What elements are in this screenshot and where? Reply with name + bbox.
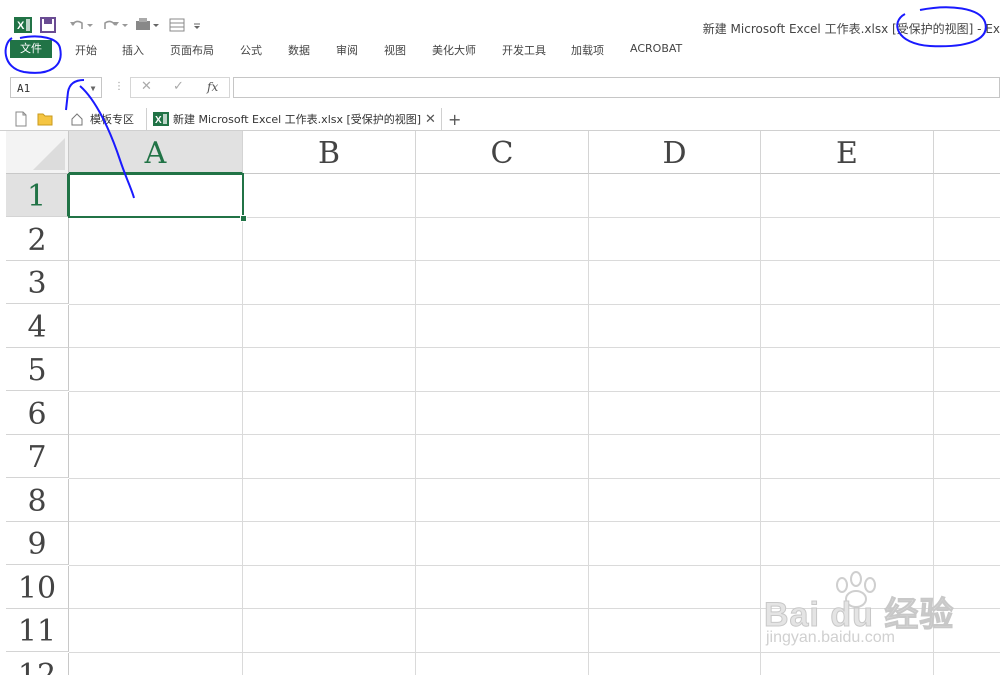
tab-beautify-master[interactable]: 美化大师 (432, 42, 476, 58)
column-header-c[interactable]: C (416, 131, 589, 174)
grid-line (69, 434, 1000, 435)
row-header-11[interactable]: 11 (6, 609, 69, 652)
close-icon[interactable]: ✕ (425, 110, 436, 128)
undo-icon[interactable] (68, 16, 94, 34)
tab-page-layout[interactable]: 页面布局 (170, 42, 214, 58)
svg-text:X: X (155, 115, 162, 126)
row-header-6[interactable]: 6 (6, 392, 69, 435)
excel-logo-icon: X (14, 16, 32, 34)
tab-add-ins[interactable]: 加载项 (571, 42, 604, 58)
template-tab-label: 模板专区 (90, 113, 134, 126)
quick-access-toolbar: X 新建 Microsoft Excel 工作表.xlsx [受保护的视图] -… (0, 14, 1000, 36)
document-tab-strip: 模板专区 X 新建 Microsoft Excel 工作表.xlsx [受保护的… (0, 108, 1000, 131)
document-tab-label: 新建 Microsoft Excel 工作表.xlsx [受保护的视图] (173, 113, 422, 126)
ribbon-tabs: 文件 开始 插入 页面布局 公式 数据 审阅 视图 美化大师 开发工具 加载项 … (0, 38, 1000, 60)
tab-formulas[interactable]: 公式 (240, 42, 262, 58)
tab-acrobat[interactable]: ACROBAT (630, 42, 682, 55)
row-header-1[interactable]: 1 (6, 174, 69, 217)
fill-handle[interactable] (240, 215, 247, 222)
name-box[interactable]: A1 ▼ (10, 77, 102, 98)
chevron-down-icon[interactable]: ▼ (85, 78, 101, 97)
grid-line (415, 174, 416, 675)
folder-icon[interactable] (37, 110, 53, 128)
grid-line (69, 391, 1000, 392)
row-header-5[interactable]: 5 (6, 348, 69, 391)
grid-line (69, 260, 1000, 261)
home-icon (71, 113, 83, 126)
window-title: 新建 Microsoft Excel 工作表.xlsx [受保护的视图] - E… (702, 22, 1000, 36)
watermark-url: jingyan.baidu.com (766, 629, 895, 646)
template-tab[interactable]: 模板专区 (70, 110, 134, 128)
grid-line (588, 174, 589, 675)
baidu-watermark: Bai du 经验 jingyan.baidu.com (760, 565, 980, 655)
file-tab[interactable]: 文件 (10, 40, 52, 58)
active-cell-a1[interactable] (68, 173, 244, 218)
excel-file-icon: X (153, 110, 169, 128)
enter-icon[interactable]: ✓ (173, 79, 184, 94)
tab-insert[interactable]: 插入 (122, 42, 144, 58)
tab-developer[interactable]: 开发工具 (502, 42, 546, 58)
row-header-2[interactable]: 2 (6, 218, 69, 261)
column-header-a[interactable]: A (69, 131, 243, 174)
row-header-9[interactable]: 9 (6, 522, 69, 565)
customize-icon[interactable] (168, 16, 202, 34)
formula-buttons: ✕ ✓ fx (130, 77, 230, 98)
row-header-10[interactable]: 10 (6, 566, 69, 609)
tab-data[interactable]: 数据 (288, 42, 310, 58)
tab-home[interactable]: 开始 (75, 42, 97, 58)
column-header-e[interactable]: E (761, 131, 934, 174)
formula-input[interactable] (233, 77, 1000, 98)
print-preview-icon[interactable] (134, 16, 160, 34)
tab-review[interactable]: 审阅 (336, 42, 358, 58)
row-header-3[interactable]: 3 (6, 261, 69, 304)
grid-line (69, 478, 1000, 479)
grid-line (69, 304, 1000, 305)
cancel-icon[interactable]: ✕ (141, 79, 152, 94)
column-header-d[interactable]: D (589, 131, 761, 174)
grid-line (69, 347, 1000, 348)
save-icon[interactable] (40, 16, 56, 34)
row-header-7[interactable]: 7 (6, 435, 69, 478)
column-header-f[interactable] (934, 131, 1000, 174)
grid-line (242, 174, 243, 675)
name-box-value: A1 (17, 82, 31, 95)
document-tab[interactable]: X 新建 Microsoft Excel 工作表.xlsx [受保护的视图] ✕ (146, 108, 442, 130)
svg-text:X: X (17, 20, 25, 32)
row-header-12[interactable]: 12 (6, 653, 69, 675)
add-tab-icon[interactable]: + (448, 110, 461, 129)
tab-view[interactable]: 视图 (384, 42, 406, 58)
select-all-corner[interactable] (6, 131, 69, 174)
new-file-icon[interactable] (14, 110, 28, 128)
column-header-b[interactable]: B (243, 131, 416, 174)
formula-bar-grip-icon[interactable]: ⋮ (114, 81, 124, 92)
formula-bar: A1 ▼ ⋮ ✕ ✓ fx (0, 77, 1000, 99)
insert-function-icon[interactable]: fx (207, 80, 218, 94)
row-header-8[interactable]: 8 (6, 479, 69, 522)
redo-icon[interactable] (103, 16, 129, 34)
row-header-4[interactable]: 4 (6, 305, 69, 348)
grid-line (69, 521, 1000, 522)
